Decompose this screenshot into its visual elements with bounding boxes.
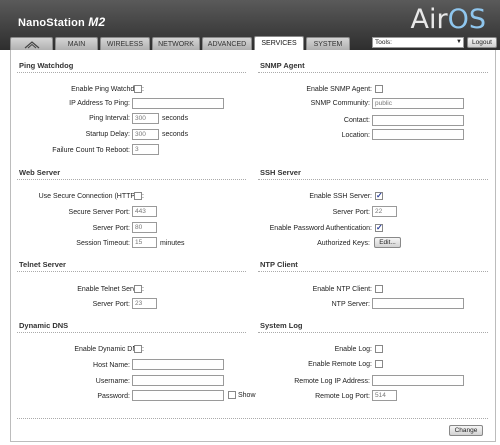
ddns-username-input[interactable]	[132, 375, 224, 386]
https-label: Use Secure Connection (HTTPS):	[38, 193, 144, 200]
ssh-enable-label: Enable SSH Server:	[309, 193, 372, 200]
snmp-community-label: SNMP Community:	[310, 100, 370, 107]
snmp-location-input[interactable]	[372, 129, 464, 140]
tab-advanced[interactable]: ADVANCED	[202, 37, 252, 50]
snmp-agent-title: SNMP Agent	[260, 61, 305, 70]
ssh-enable-checkbox[interactable]: ✓	[375, 192, 383, 200]
remote-log-ip-input[interactable]	[372, 375, 464, 386]
section-divider	[258, 179, 488, 180]
snmp-enable-label: Enable SNMP Agent:	[306, 86, 372, 93]
password-auth-checkbox[interactable]: ✓	[375, 224, 383, 232]
remote-log-enable-label: Enable Remote Log:	[308, 361, 372, 368]
ping-interval-unit: seconds	[162, 115, 189, 122]
logout-button[interactable]: Logout	[467, 37, 497, 48]
web-port-label: Server Port:	[92, 225, 130, 232]
show-password-checkbox[interactable]	[228, 391, 236, 399]
tab-wireless[interactable]: WIRELESS	[100, 37, 150, 50]
show-password-label: Show	[238, 392, 256, 399]
https-checkbox[interactable]	[134, 192, 142, 200]
telnet-server-title: Telnet Server	[19, 260, 66, 269]
ntp-enable-label: Enable NTP Client:	[312, 286, 372, 293]
remote-log-port-label: Remote Log Port:	[315, 393, 370, 400]
log-enable-checkbox[interactable]	[375, 345, 383, 353]
remote-log-port-input[interactable]: 514	[372, 390, 397, 401]
session-timeout-unit: minutes	[160, 240, 185, 247]
logo-main: Air	[410, 4, 448, 35]
section-divider	[17, 179, 246, 180]
telnet-enable-checkbox[interactable]	[134, 285, 142, 293]
failure-count-input[interactable]: 3	[132, 144, 159, 155]
remote-log-ip-label: Remote Log IP Address:	[294, 378, 370, 385]
ddns-password-label: Password:	[97, 393, 130, 400]
dynamic-dns-title: Dynamic DNS	[19, 321, 69, 330]
device-name: NanoStation M2	[18, 15, 105, 29]
tab-system[interactable]: SYSTEM	[306, 37, 350, 50]
authorized-keys-label: Authorized Keys:	[317, 240, 370, 247]
session-timeout-input[interactable]: 15	[132, 237, 157, 248]
edit-keys-button[interactable]: Edit...	[374, 237, 401, 248]
section-divider	[17, 72, 246, 73]
password-auth-label: Enable Password Authentication:	[269, 225, 372, 232]
change-button[interactable]: Change	[449, 425, 483, 436]
startup-delay-unit: seconds	[162, 131, 189, 138]
ddns-host-input[interactable]	[132, 359, 224, 370]
ssh-port-input[interactable]: 22	[372, 206, 397, 217]
startup-delay-input[interactable]: 300	[132, 129, 159, 140]
ddns-enable-checkbox[interactable]	[134, 345, 142, 353]
tools-select-value: Tools:	[375, 39, 392, 46]
ntp-client-title: NTP Client	[260, 260, 298, 269]
system-log-title: System Log	[260, 321, 303, 330]
startup-delay-label: Startup Delay:	[85, 131, 130, 138]
ping-interval-label: Ping Interval:	[89, 115, 130, 122]
ssh-server-title: SSH Server	[260, 168, 301, 177]
web-server-title: Web Server	[19, 168, 61, 177]
telnet-port-label: Server Port:	[92, 301, 130, 308]
ntp-enable-checkbox[interactable]	[375, 285, 383, 293]
ssh-port-label: Server Port:	[332, 209, 370, 216]
ddns-username-label: Username:	[95, 378, 130, 385]
ping-ip-input[interactable]	[132, 98, 224, 109]
tab-network[interactable]: NETWORK	[152, 37, 200, 50]
tab-services[interactable]: SERVICES	[254, 36, 304, 50]
section-divider	[258, 72, 488, 73]
secure-port-input[interactable]: 443	[132, 206, 157, 217]
snmp-enable-checkbox[interactable]	[375, 85, 383, 93]
section-divider	[258, 332, 488, 333]
ubnt-logo-icon	[24, 41, 39, 49]
device-name-text: NanoStation	[18, 17, 85, 29]
section-divider	[258, 271, 488, 272]
logo-accent: OS	[447, 4, 486, 35]
device-model: M2	[88, 15, 106, 29]
ping-ip-label: IP Address To Ping:	[69, 100, 130, 107]
snmp-community-input[interactable]: public	[372, 98, 464, 109]
tools-select[interactable]: Tools: ▼	[372, 37, 464, 48]
ntp-server-label: NTP Server:	[331, 301, 370, 308]
session-timeout-label: Session Timeout:	[76, 240, 130, 247]
ntp-server-input[interactable]	[372, 298, 464, 309]
log-enable-label: Enable Log:	[334, 346, 372, 353]
secure-port-label: Secure Server Port:	[68, 209, 130, 216]
remote-log-enable-checkbox[interactable]	[375, 360, 383, 368]
ping-watchdog-title: Ping Watchdog	[19, 61, 74, 70]
ddns-password-input[interactable]	[132, 390, 224, 401]
web-port-input[interactable]: 80	[132, 222, 157, 233]
footer-divider	[17, 418, 488, 419]
section-divider	[17, 332, 246, 333]
ping-interval-input[interactable]: 300	[132, 113, 159, 124]
ping-enable-checkbox[interactable]	[134, 85, 142, 93]
failure-count-label: Failure Count To Reboot:	[52, 147, 130, 154]
snmp-contact-input[interactable]	[372, 115, 464, 126]
tab-ubnt-logo[interactable]	[10, 37, 53, 50]
chevron-down-icon: ▼	[456, 39, 462, 45]
tab-main[interactable]: MAIN	[55, 37, 98, 50]
ddns-host-label: Host Name:	[93, 362, 130, 369]
snmp-contact-label: Contact:	[343, 117, 370, 124]
snmp-location-label: Location:	[341, 132, 370, 139]
telnet-port-input[interactable]: 23	[132, 298, 157, 309]
airos-logo: AirOS	[411, 4, 486, 35]
section-divider	[17, 271, 246, 272]
header-bar: NanoStation M2 AirOS MAIN WIRELESS NETWO…	[0, 0, 500, 50]
